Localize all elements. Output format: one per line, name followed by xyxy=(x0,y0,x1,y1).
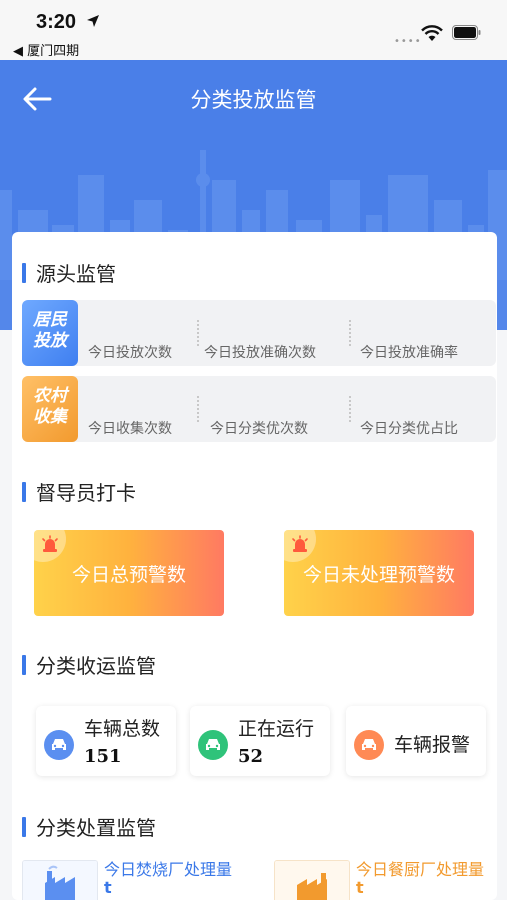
resident-badge: 居民 投放 xyxy=(22,300,78,366)
kitchen-plant-item[interactable]: 今日餐厨厂处理量 t xyxy=(274,860,496,900)
warning-card-label: 今日未处理预警数 xyxy=(302,564,455,586)
section-title-supervisor: 督导员打卡 xyxy=(22,477,136,506)
back-to-app-link[interactable]: ◀ 厦门四期 xyxy=(13,40,79,59)
divider xyxy=(349,320,351,346)
rural-stats-row[interactable]: 农村 收集 今日收集次数 今日分类优次数 今日分类优占比 xyxy=(22,376,496,442)
resident-stats-row[interactable]: 居民 投放 今日投放次数 今日投放准确次数 今日投放准确率 xyxy=(22,300,496,366)
location-arrow-icon xyxy=(87,15,99,27)
vehicle-alarm-card[interactable]: 车辆报警 xyxy=(346,706,486,776)
vehicle-value: 151 xyxy=(84,746,122,767)
incineration-plant-item[interactable]: 今日焚烧厂处理量 t xyxy=(22,860,252,900)
disposal-unit: t xyxy=(356,878,364,897)
section-title-transport: 分类收运监管 xyxy=(22,650,156,679)
section-title-disposal: 分类处置监管 xyxy=(22,812,156,841)
vehicle-label: 正在运行 xyxy=(238,718,315,740)
page-title: 分类投放监管 xyxy=(190,88,317,112)
status-time: 3:20 xyxy=(36,11,77,33)
alarm-light-icon xyxy=(42,535,58,552)
divider xyxy=(197,396,199,422)
car-icon xyxy=(354,730,384,760)
car-icon xyxy=(198,730,228,760)
vehicle-value: 52 xyxy=(238,746,264,767)
status-bar: 3:20 ◀ 厦门四期 •••• xyxy=(0,0,507,60)
vehicle-label: 车辆总数 xyxy=(84,718,161,740)
stat-label: 今日投放准确率 xyxy=(360,345,458,361)
rural-badge: 农村 收集 xyxy=(22,376,78,442)
total-warning-card[interactable]: 今日总预警数 xyxy=(34,530,224,616)
vehicle-running-card[interactable]: 正在运行 52 xyxy=(190,706,330,776)
divider xyxy=(197,320,199,346)
wifi-icon xyxy=(421,25,443,41)
disposal-label: 今日餐厨厂处理量 xyxy=(356,860,485,879)
stat-label: 今日收集次数 xyxy=(88,421,172,437)
warning-card-label: 今日总预警数 xyxy=(71,564,186,586)
factory-icon xyxy=(22,860,98,900)
divider xyxy=(349,396,351,422)
alarm-light-icon xyxy=(292,535,308,552)
stat-label: 今日投放次数 xyxy=(88,345,172,361)
vehicle-label: 车辆报警 xyxy=(394,734,471,756)
section-title-source: 源头监管 xyxy=(22,258,116,287)
unhandled-warning-card[interactable]: 今日未处理预警数 xyxy=(284,530,474,616)
signal-dots-icon: •••• xyxy=(394,36,422,47)
disposal-unit: t xyxy=(104,878,112,897)
battery-icon xyxy=(452,25,481,40)
factory-icon xyxy=(274,860,350,900)
stat-label: 今日投放准确次数 xyxy=(204,345,316,361)
main-card: 源头监管 居民 投放 今日投放次数 今日投放准确次数 今日投放准确率 农村 收集… xyxy=(12,232,497,900)
car-icon xyxy=(44,730,74,760)
disposal-label: 今日焚烧厂处理量 xyxy=(104,860,233,879)
stat-label: 今日分类优次数 xyxy=(210,421,308,437)
vehicle-total-card[interactable]: 车辆总数 151 xyxy=(36,706,176,776)
stat-label: 今日分类优占比 xyxy=(360,421,458,437)
